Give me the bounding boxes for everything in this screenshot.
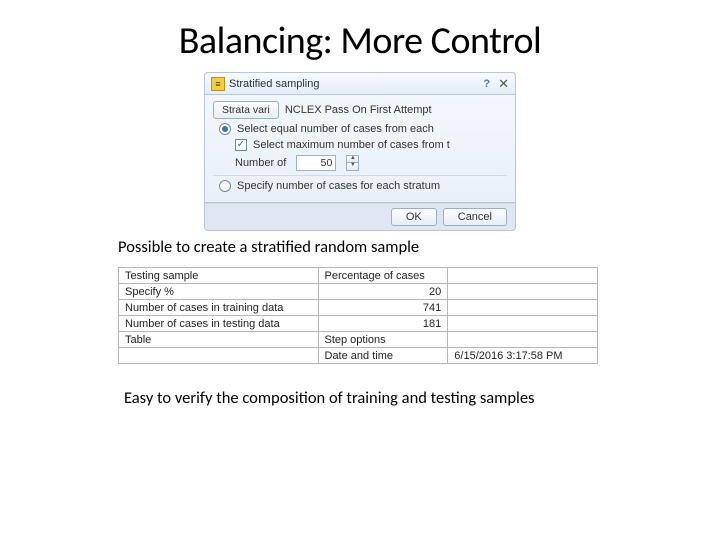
table-row: Specify %20 (119, 284, 598, 300)
caption-verify: Easy to verify the composition of traini… (124, 388, 720, 408)
cell-val: 181 (318, 316, 448, 332)
table-row: Number of cases in training data741 (119, 300, 598, 316)
table-row: Testing samplePercentage of cases (119, 268, 598, 284)
cell-val: Step options (318, 332, 448, 348)
cell-key: Number of cases in training data (119, 300, 319, 316)
cell-val: 20 (318, 284, 448, 300)
dialog-titlebar: ≡ Stratified sampling ? ✕ (204, 72, 516, 94)
cell-extra (448, 316, 598, 332)
cell-key: Specify % (119, 284, 319, 300)
select-equal-label: Select equal number of cases from each (237, 123, 434, 135)
cell-extra (448, 268, 598, 284)
select-equal-radio[interactable] (219, 123, 231, 135)
table-row: TableStep options (119, 332, 598, 348)
chevron-down-icon[interactable]: ▼ (346, 163, 359, 171)
dialog-title: Stratified sampling (229, 78, 483, 90)
cell-key: Table (119, 332, 319, 348)
select-max-label: Select maximum number of cases from t (253, 139, 450, 151)
cell-extra: 6/15/2016 3:17:58 PM (448, 348, 598, 364)
select-max-checkbox[interactable]: ✓ (235, 139, 247, 151)
cell-key: Number of cases in testing data (119, 316, 319, 332)
page-title: Balancing: More Control (0, 18, 720, 64)
cancel-button[interactable]: Cancel (443, 208, 507, 226)
specify-per-stratum-label: Specify number of cases for each stratum (237, 180, 440, 192)
dialog-footer: OK Cancel (204, 203, 516, 231)
app-icon: ≡ (211, 77, 225, 91)
cell-val: 741 (318, 300, 448, 316)
cell-extra (448, 300, 598, 316)
dialog-body: Strata vari NCLEX Pass On First Attempt … (204, 94, 516, 203)
cell-key: Testing sample (119, 268, 319, 284)
cell-val: Date and time (318, 348, 448, 364)
number-of-label: Number of (235, 157, 286, 169)
cell-extra (448, 284, 598, 300)
caption-stratified: Possible to create a stratified random s… (118, 237, 720, 257)
cell-key (119, 348, 319, 364)
divider (213, 175, 507, 176)
number-spinner[interactable]: ▲ ▼ (346, 155, 359, 171)
table-row: Number of cases in testing data181 (119, 316, 598, 332)
strata-variable-button[interactable]: Strata vari (213, 101, 279, 119)
close-icon[interactable]: ✕ (498, 76, 509, 92)
help-icon[interactable]: ? (483, 78, 490, 90)
specify-per-stratum-radio[interactable] (219, 180, 231, 192)
stratified-sampling-dialog: ≡ Stratified sampling ? ✕ Strata vari NC… (204, 72, 516, 231)
cell-val: Percentage of cases (318, 268, 448, 284)
table-row: Date and time6/15/2016 3:17:58 PM (119, 348, 598, 364)
strata-variable-value: NCLEX Pass On First Attempt (285, 104, 432, 116)
number-of-input[interactable]: 50 (296, 155, 336, 171)
ok-button[interactable]: OK (391, 208, 437, 226)
testing-sample-table: Testing samplePercentage of cases Specif… (118, 267, 598, 364)
cell-extra (448, 332, 598, 348)
